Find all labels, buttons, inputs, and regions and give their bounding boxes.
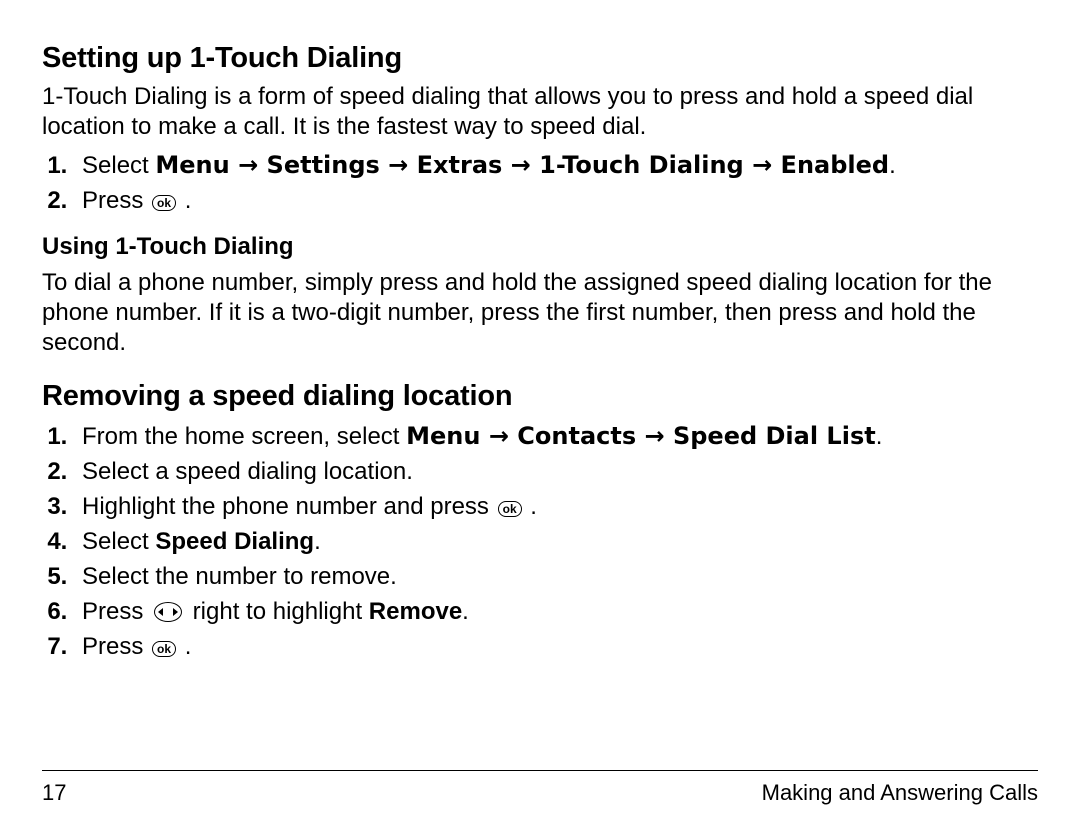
s2-step-4: Select Speed Dialing. — [74, 527, 1038, 557]
s1-step-2: Press ok . — [74, 186, 1038, 216]
menu-path: Menu → Settings → Extras → 1-Touch Diali… — [155, 151, 889, 179]
text: . — [876, 423, 883, 450]
ok-icon: ok — [498, 501, 522, 517]
text: . — [524, 493, 537, 520]
text: Press — [82, 187, 150, 214]
s1-step-1: Select Menu → Settings → Extras → 1-Touc… — [74, 150, 1038, 181]
left-right-icon — [154, 602, 182, 622]
text: Select — [82, 528, 155, 555]
s2-step-6: Press right to highlight Remove. — [74, 597, 1038, 627]
text: . — [178, 633, 191, 660]
subheading-using: Using 1-Touch Dialing — [42, 232, 1038, 262]
ok-icon: ok — [152, 195, 176, 211]
text: . — [462, 598, 469, 625]
page-number: 17 — [42, 779, 66, 807]
text: Select — [82, 152, 155, 179]
text: . — [889, 152, 896, 179]
s2-step-5: Select the number to remove. — [74, 562, 1038, 592]
s2-step-7: Press ok . — [74, 632, 1038, 662]
text: . — [178, 187, 191, 214]
s2-step-2: Select a speed dialing location. — [74, 457, 1038, 487]
intro-paragraph: 1-Touch Dialing is a form of speed diali… — [42, 82, 1038, 142]
text: right to highlight — [186, 598, 369, 625]
text: From the home screen, select — [82, 423, 406, 450]
chapter-title: Making and Answering Calls — [762, 779, 1038, 807]
ok-icon: ok — [152, 641, 176, 657]
s2-step-3: Highlight the phone number and press ok … — [74, 492, 1038, 522]
text: Highlight the phone number and press — [82, 493, 496, 520]
text: . — [314, 528, 321, 555]
heading-setting-up: Setting up 1-Touch Dialing — [42, 40, 1038, 76]
s2-step-1: From the home screen, select Menu → Cont… — [74, 421, 1038, 452]
bold-label: Speed Dialing — [155, 528, 314, 555]
bold-label: Remove — [369, 598, 462, 625]
text: Press — [82, 633, 150, 660]
heading-removing: Removing a speed dialing location — [42, 378, 1038, 414]
menu-path: Menu → Contacts → Speed Dial List — [406, 422, 876, 450]
using-paragraph: To dial a phone number, simply press and… — [42, 268, 1038, 358]
page-footer: 17 Making and Answering Calls — [42, 770, 1038, 807]
text: Press — [82, 598, 150, 625]
